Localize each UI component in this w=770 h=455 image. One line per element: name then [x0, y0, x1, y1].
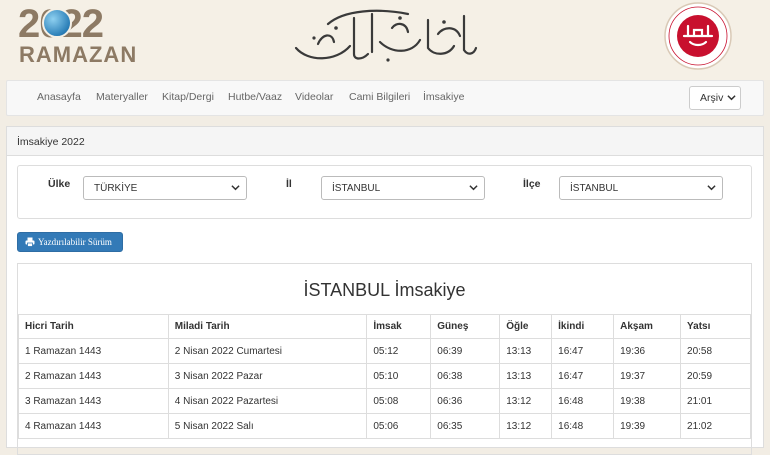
panel-heading: İmsakiye 2022: [7, 127, 763, 156]
district-value: İSTANBUL: [570, 183, 619, 194]
chevron-down-icon: [231, 185, 240, 191]
nav-imsakiye[interactable]: İmsakiye: [423, 91, 464, 103]
cell-yatsi: 20:58: [680, 338, 751, 364]
cell-ogle: 13:13: [499, 363, 553, 389]
cell-gunes: 06:36: [430, 388, 501, 414]
archive-select[interactable]: Arşiv: [689, 86, 741, 110]
site-header: 2022 RAMAZAN: [0, 0, 770, 80]
cell-gunes: 06:39: [430, 338, 501, 364]
imsakiye-panel: İmsakiye 2022 Ülke TÜRKİYE İl İSTANBUL İ…: [6, 126, 764, 455]
country-select[interactable]: TÜRKİYE: [83, 176, 247, 200]
header-hicri: Hicri Tarih: [18, 314, 169, 339]
cell-aksam: 19:38: [613, 388, 682, 414]
header-imsak: İmsak: [366, 314, 432, 339]
cell-miladi: 5 Nisan 2022 Salı: [167, 413, 368, 439]
print-icon: [25, 237, 35, 247]
table-row: 2 Ramazan 1443 3 Nisan 2022 Pazar 05:10 …: [18, 363, 751, 389]
cell-ikindi: 16:47: [551, 338, 615, 364]
header-aksam: Akşam: [613, 314, 682, 339]
nav-videolar[interactable]: Videolar: [295, 91, 333, 103]
header-yatsi: Yatsı: [680, 314, 751, 339]
table-row: 3 Ramazan 1443 4 Nisan 2022 Pazartesi 05…: [18, 388, 751, 414]
cell-ogle: 13:13: [499, 338, 553, 364]
cell-ikindi: 16:47: [551, 363, 615, 389]
print-version-button[interactable]: Yazdırılabilir Sürüm: [17, 232, 123, 252]
panel-title: İmsakiye 2022: [17, 136, 85, 148]
logo-word: RAMAZAN: [19, 42, 138, 67]
chevron-down-icon: [469, 185, 478, 191]
cell-hicri: 3 Ramazan 1443: [18, 388, 169, 414]
table-row: 4 Ramazan 1443 5 Nisan 2022 Salı 05:06 0…: [18, 413, 751, 439]
cell-gunes: 06:35: [430, 413, 501, 439]
nav-cami-bilgileri[interactable]: Cami Bilgileri: [349, 91, 410, 103]
table-title: İSTANBUL İmsakiye: [303, 280, 466, 300]
globe-icon: [42, 8, 72, 38]
district-select[interactable]: İSTANBUL: [559, 176, 723, 200]
cell-imsak: 05:12: [366, 338, 432, 364]
table-header-row: Hicri Tarih Miladi Tarih İmsak Güneş Öğl…: [18, 314, 751, 339]
location-filter: Ülke TÜRKİYE İl İSTANBUL İlçe İSTANBUL: [17, 165, 752, 219]
chevron-down-icon: [707, 185, 716, 191]
cell-yatsi: 20:59: [680, 363, 751, 389]
print-button-label: Yazdırılabilir Sürüm: [38, 237, 112, 247]
header-ogle: Öğle: [499, 314, 553, 339]
cell-ikindi: 16:48: [551, 413, 615, 439]
cell-imsak: 05:06: [366, 413, 432, 439]
cell-miladi: 3 Nisan 2022 Pazar: [167, 363, 368, 389]
province-value: İSTANBUL: [332, 183, 381, 194]
cell-miladi: 4 Nisan 2022 Pazartesi: [167, 388, 368, 414]
district-label: İlçe: [523, 178, 541, 190]
ramazan-2022-logo[interactable]: 2022 RAMAZAN: [18, 2, 136, 68]
prayer-times-table: Hicri Tarih Miladi Tarih İmsak Güneş Öğl…: [18, 314, 751, 439]
country-value: TÜRKİYE: [94, 183, 138, 194]
nav-anasayfa[interactable]: Anasayfa: [37, 91, 81, 103]
cell-hicri: 1 Ramazan 1443: [18, 338, 169, 364]
cell-aksam: 19:36: [613, 338, 682, 364]
province-select[interactable]: İSTANBUL: [321, 176, 485, 200]
chevron-down-icon: [727, 95, 736, 101]
archive-label: Arşiv: [700, 92, 724, 104]
country-label: Ülke: [48, 178, 71, 190]
cell-gunes: 06:38: [430, 363, 501, 389]
cell-ogle: 13:12: [499, 388, 553, 414]
cell-imsak: 05:10: [366, 363, 432, 389]
imsakiye-table-container: İSTANBUL İmsakiye Hicri Tarih Miladi Tar…: [17, 263, 752, 455]
cell-ikindi: 16:48: [551, 388, 615, 414]
cell-yatsi: 21:01: [680, 388, 751, 414]
nav-materyaller[interactable]: Materyaller: [96, 91, 148, 103]
table-row: 1 Ramazan 1443 2 Nisan 2022 Cumartesi 05…: [18, 338, 751, 364]
header-ikindi: İkindi: [551, 314, 615, 339]
header-miladi: Miladi Tarih: [167, 314, 368, 339]
cell-yatsi: 21:02: [680, 413, 751, 439]
cell-ogle: 13:12: [499, 413, 553, 439]
cell-aksam: 19:37: [613, 363, 682, 389]
cell-hicri: 2 Ramazan 1443: [18, 363, 169, 389]
nav-hutbe-vaaz[interactable]: Hutbe/Vaaz: [228, 91, 282, 103]
cell-miladi: 2 Nisan 2022 Cumartesi: [167, 338, 368, 364]
calligraphy-banner: [294, 9, 478, 62]
diyanet-seal-icon[interactable]: [660, 0, 736, 72]
nav-kitap-dergi[interactable]: Kitap/Dergi: [162, 91, 214, 103]
cell-imsak: 05:08: [366, 388, 432, 414]
cell-hicri: 4 Ramazan 1443: [18, 413, 169, 439]
main-navbar: Anasayfa Materyaller Kitap/Dergi Hutbe/V…: [6, 80, 764, 116]
cell-aksam: 19:39: [613, 413, 682, 439]
province-label: İl: [286, 178, 292, 190]
header-gunes: Güneş: [430, 314, 501, 339]
